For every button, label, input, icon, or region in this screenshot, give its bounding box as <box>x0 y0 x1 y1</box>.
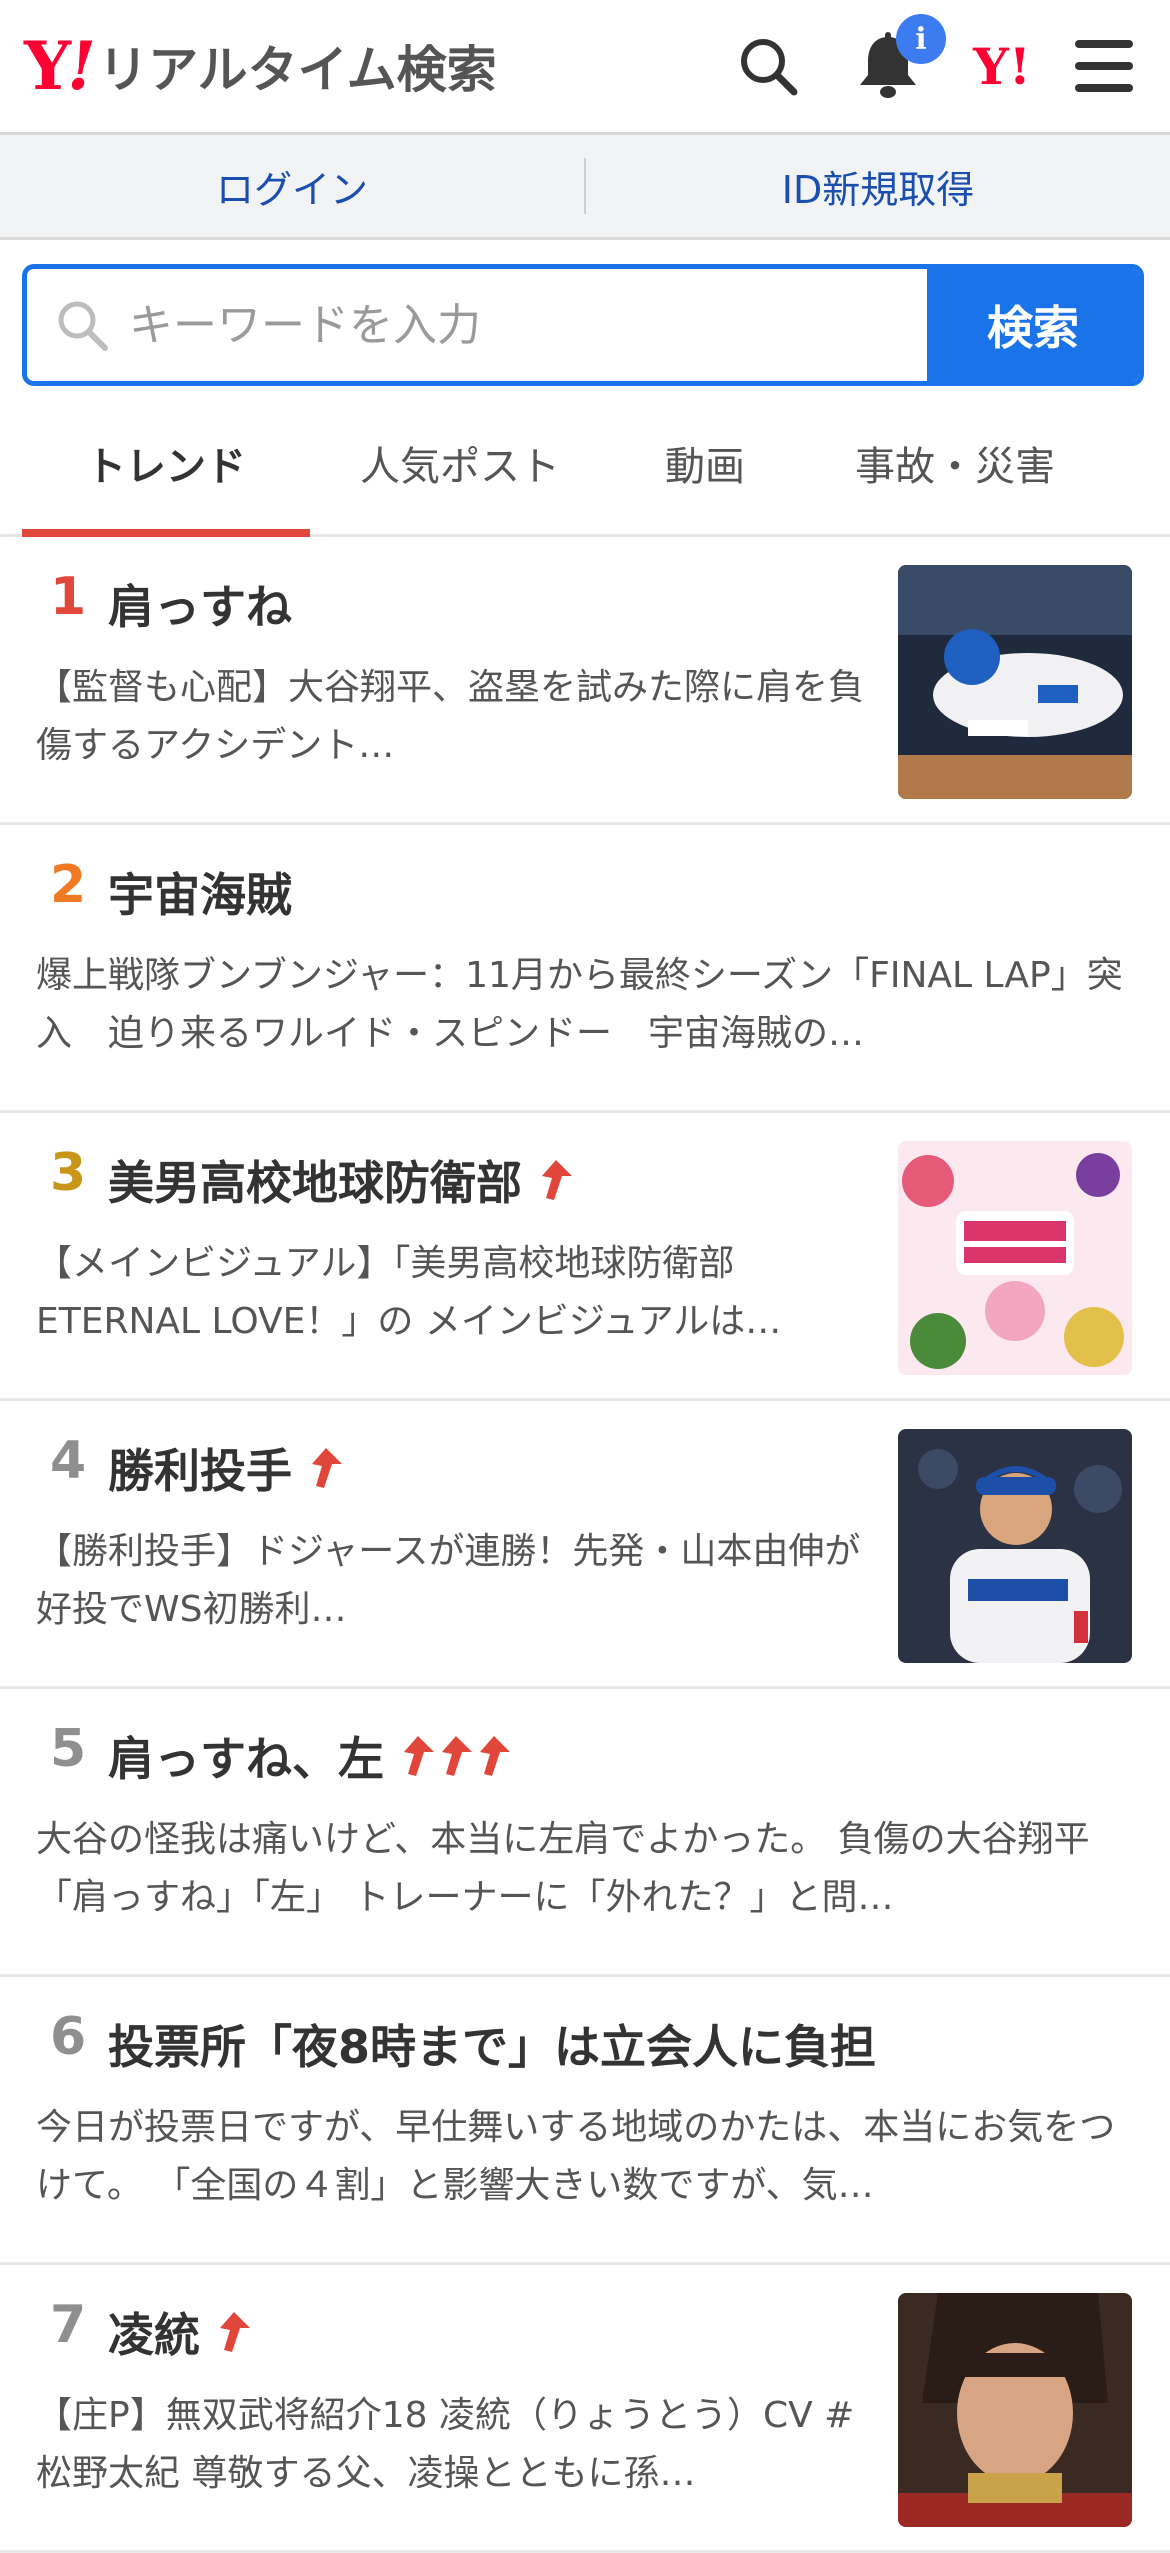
search-field[interactable] <box>27 269 927 381</box>
trend-description: 今日が投票日ですが、早仕舞いする地域のかたは、本当にお気をつけて。 「全国の４割… <box>36 2107 1116 2206</box>
trend-item[interactable]: 4 勝利投手 【勝利投手】ドジャースが連勝！先発・山本由伸が好投でWS初勝利… <box>0 1401 1170 1689</box>
trend-thumbnail[interactable] <box>898 2293 1132 2527</box>
search-icon[interactable] <box>728 26 808 106</box>
trend-item[interactable]: 5 肩っすね、左 大谷の怪我は痛いけど、本当に左肩でよかった。 負傷の大谷翔平「… <box>0 1689 1170 1977</box>
trend-thumbnail[interactable] <box>898 1141 1132 1375</box>
trend-description: 【メインビジュアル】「美男高校地球防衛部 ETERNAL LOVE！」の メイン… <box>36 1243 782 1342</box>
logo-y: Y <box>24 27 71 105</box>
trend-item[interactable]: 1 肩っすね 【監督も心配】大谷翔平、盗塁を試みた際に肩を負傷するアクシデント… <box>0 537 1170 825</box>
up-arrow-icon <box>304 1444 342 1492</box>
tab-accidents-disasters[interactable]: 事故・災害 <box>800 392 1110 534</box>
trend-keyword: 凌統 <box>108 2299 250 2365</box>
trend-rank: 2 <box>50 855 87 915</box>
search-box: 検索 <box>22 264 1144 386</box>
search-button[interactable]: 検索 <box>927 269 1139 381</box>
trend-keyword: 美男高校地球防衛部 <box>108 1147 572 1213</box>
tab-videos[interactable]: 動画 <box>610 392 800 534</box>
login-link[interactable]: ログイン <box>0 159 584 214</box>
trend-item[interactable]: 3 美男高校地球防衛部 【メインビジュアル】「美男高校地球防衛部 ETERNAL… <box>0 1113 1170 1401</box>
search-field-icon <box>37 296 127 354</box>
trend-keyword: 宇宙海賊 <box>108 868 292 922</box>
tab-trend[interactable]: トレンド <box>22 392 310 537</box>
yahoo-japan-icon[interactable]: Y! <box>962 26 1042 106</box>
trend-item[interactable]: 7 凌統 【庄P】無双武将紹介18 凌統（りょうとう）CV #松野太紀 尊敬する… <box>0 2265 1170 2553</box>
yahoo-realtime-logo[interactable]: Y ! リアルタイム検索 <box>24 28 497 104</box>
trend-rank: 4 <box>50 1431 87 1491</box>
trend-rank: 5 <box>50 1719 87 1779</box>
trend-item[interactable]: 2 宇宙海賊 爆上戦隊ブンブンジャー：11月から最終シーズン「FINAL LAP… <box>0 825 1170 1113</box>
trend-keyword: 勝利投手 <box>108 1435 342 1501</box>
tab-bar: トレンド 人気ポスト 動画 事故・災害 <box>0 392 1170 537</box>
notification-badge: i <box>896 14 946 64</box>
search-row: 検索 <box>0 240 1170 392</box>
tab-popular-posts[interactable]: 人気ポスト <box>310 392 610 534</box>
triple-up-arrow-icon <box>396 1732 510 1780</box>
trend-description: 【監督も心配】大谷翔平、盗塁を試みた際に肩を負傷するアクシデント… <box>36 667 865 766</box>
hamburger-menu-icon[interactable] <box>1064 26 1144 106</box>
trend-thumbnail[interactable] <box>898 1429 1132 1663</box>
up-arrow-icon <box>534 1156 572 1204</box>
app-header: Y ! リアルタイム検索 i Y! <box>0 0 1170 135</box>
search-input[interactable] <box>127 298 891 352</box>
trend-list: 1 肩っすね 【監督も心配】大谷翔平、盗塁を試みた際に肩を負傷するアクシデント…… <box>0 537 1170 2553</box>
trend-keyword: 肩っすね <box>108 580 292 634</box>
trend-rank: 6 <box>50 2007 87 2067</box>
trend-rank: 1 <box>50 567 87 627</box>
trend-rank: 7 <box>50 2295 87 2355</box>
trend-item[interactable]: 6 投票所「夜8時まで」は立会人に負担 今日が投票日ですが、早仕舞いする地域のか… <box>0 1977 1170 2265</box>
trend-keyword: 投票所「夜8時まで」は立会人に負担 <box>108 2020 877 2074</box>
trend-description: 大谷の怪我は痛いけど、本当に左肩でよかった。 負傷の大谷翔平「肩っすね」「左」 … <box>36 1819 1090 1918</box>
trend-description: 爆上戦隊ブンブンジャー：11月から最終シーズン「FINAL LAP」突入 迫り来… <box>36 955 1123 1054</box>
up-arrow-icon <box>212 2308 250 2356</box>
signup-link[interactable]: ID新規取得 <box>586 159 1170 214</box>
trend-description: 【勝利投手】ドジャースが連勝！先発・山本由伸が好投でWS初勝利… <box>36 1531 861 1630</box>
login-bar: ログイン ID新規取得 <box>0 135 1170 240</box>
trend-keyword: 肩っすね、左 <box>108 1723 510 1789</box>
logo-text: リアルタイム検索 <box>98 41 497 99</box>
logo-exclamation: ! <box>67 27 97 105</box>
trend-rank: 3 <box>50 1143 87 1203</box>
trend-description: 【庄P】無双武将紹介18 凌統（りょうとう）CV #松野太紀 尊敬する父、凌操と… <box>36 2395 855 2494</box>
trend-thumbnail[interactable] <box>898 565 1132 799</box>
